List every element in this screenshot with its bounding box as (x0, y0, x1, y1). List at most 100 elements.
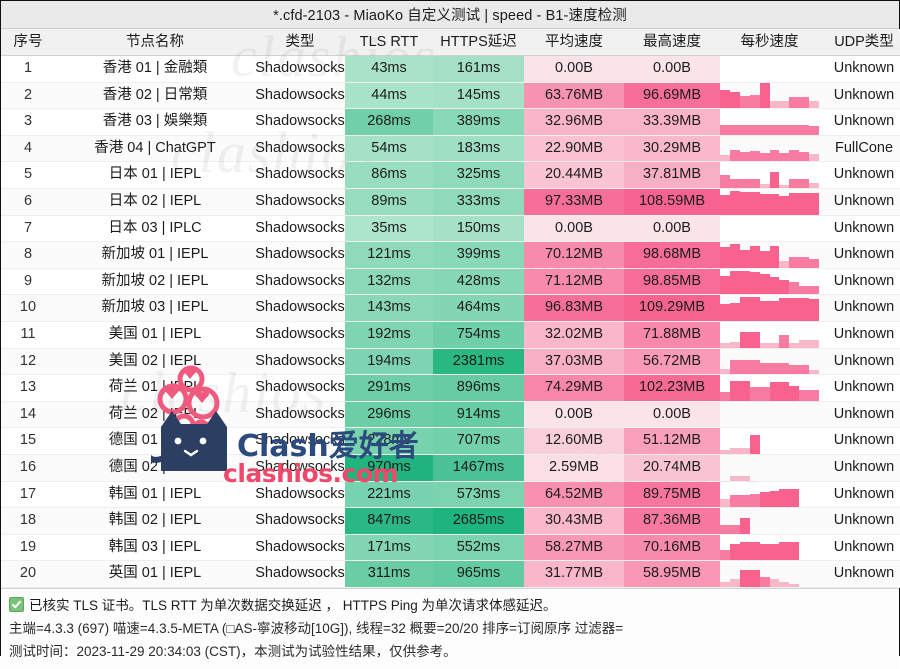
sparkline-bar (759, 251, 770, 268)
sparkline-bar (759, 152, 770, 162)
sparkline-bar (759, 274, 770, 295)
cell-avg-speed: 2.59MB (524, 454, 624, 481)
sparkline-bar (799, 365, 810, 375)
cell-udp-type: Unknown (819, 534, 900, 561)
col-header-type[interactable]: 类型 (255, 29, 345, 56)
cell-udp-type: FullCone (819, 135, 900, 162)
footer-line-verified: 已核实 TLS 证书。TLS RTT 为单次数据交换延迟 ， HTTPS Pin… (9, 594, 891, 617)
cell-node-name: 韩国 03 | IEPL (55, 534, 255, 561)
sparkline-chart (720, 189, 819, 215)
table-row[interactable]: 12 美国 02 | IEPL Shadowsocks 194ms 2381ms 37.0… (1, 348, 900, 375)
sparkline-bar (769, 543, 780, 561)
table-row[interactable]: 6 日本 02 | IEPL Shadowsocks 89ms 333ms 97.33MB… (1, 188, 900, 216)
sparkline-chart (720, 162, 819, 188)
cell-max-speed: 58.95MB (624, 560, 720, 588)
sparkline-bar (789, 488, 800, 508)
sparkline-bar (739, 124, 750, 135)
cell-per-second-speed (720, 454, 819, 481)
table-row[interactable]: 13 荷兰 01 | IEPL Shadowsocks 291ms 896ms 74.29… (1, 374, 900, 402)
cell-node-name: 香港 04 | ChatGPT (55, 135, 255, 162)
cell-avg-speed: 32.96MB (524, 108, 624, 136)
cell-node-type: Shadowsocks (255, 108, 345, 136)
cell-node-name: 美国 02 | IEPL (55, 348, 255, 375)
col-header-index[interactable]: 序号 (1, 29, 55, 56)
sparkline-bar (799, 339, 810, 348)
table-row[interactable]: 5 日本 01 | IEPL Shadowsocks 86ms 325ms 20.44MB… (1, 161, 900, 189)
cell-node-name: 韩国 02 | IEPL (55, 507, 255, 535)
sparkline-bar (789, 297, 800, 321)
col-header-max[interactable]: 最高速度 (624, 29, 720, 56)
table-row[interactable]: 19 韩国 03 | IEPL Shadowsocks 171ms 552ms 58.27… (1, 534, 900, 561)
table-row[interactable]: 17 韩国 01 | IEPL Shadowsocks 221ms 573ms 64.52… (1, 481, 900, 508)
sparkline-chart (720, 322, 819, 348)
sparkline-bar (769, 363, 780, 375)
sparkline-bar (799, 297, 810, 321)
table-row[interactable]: 9 新加坡 02 | IEPL Shadowsocks 132ms 428ms 71.12… (1, 268, 900, 295)
sparkline-bar (720, 525, 730, 534)
sparkline-bar (739, 542, 750, 561)
cell-https-latency: 399ms (433, 241, 524, 269)
table-row[interactable]: 4 香港 04 | ChatGPT Shadowsocks 54ms 183ms 22.9… (1, 135, 900, 162)
sparkline-bar (769, 193, 780, 215)
sparkline-bar (779, 363, 790, 375)
col-header-https[interactable]: HTTPS延迟 (433, 29, 524, 56)
sparkline-bar (729, 270, 740, 295)
cell-udp-type: Unknown (819, 215, 900, 242)
table-row[interactable]: 15 德国 01 | IEPL Shadowsocks 228ms 707ms 12.60… (1, 427, 900, 455)
sparkline-bar (779, 261, 790, 268)
sparkline-bar (789, 96, 800, 109)
cell-udp-type: Unknown (819, 161, 900, 189)
table-row[interactable]: 1 香港 01 | 金融類 Shadowsocks 43ms 161ms 0.00B 0.0… (1, 55, 900, 83)
table-row[interactable]: 16 德国 02 | IEPL Shadowsocks 970ms 1467ms 2.59… (1, 454, 900, 481)
sparkline-bar (720, 343, 730, 348)
cell-per-second-speed (720, 268, 819, 295)
sparkline-bar (749, 435, 760, 454)
table-row[interactable]: 2 香港 02 | 日常類 Shadowsocks 44ms 145ms 63.76MB 9… (1, 82, 900, 109)
cell-node-name: 日本 02 | IEPL (55, 188, 255, 216)
speedtest-window: *.cfd-2103 - MiaoKo 自定义测试 | speed - B1-速… (0, 0, 900, 669)
cell-max-speed: 0.00B (624, 55, 720, 83)
cell-https-latency: 2685ms (433, 507, 524, 535)
cell-node-type: Shadowsocks (255, 268, 345, 295)
col-header-tls-rtt[interactable]: TLS RTT (345, 29, 433, 56)
col-header-spark[interactable]: 每秒速度 (720, 29, 819, 56)
sparkline-bar (729, 149, 740, 162)
cell-index: 20 (1, 560, 55, 588)
cell-node-type: Shadowsocks (255, 534, 345, 561)
cell-node-type: Shadowsocks (255, 161, 345, 189)
table-row[interactable]: 10 新加坡 03 | IEPL Shadowsocks 143ms 464ms 96.8… (1, 294, 900, 322)
cell-index: 19 (1, 534, 55, 561)
table-row[interactable]: 20 英国 01 | IEPL Shadowsocks 311ms 965ms 31.77… (1, 560, 900, 588)
sparkline-bar (739, 518, 750, 534)
sparkline-bar (720, 154, 730, 162)
table-row[interactable]: 14 荷兰 02 | IEPL Shadowsocks 296ms 914ms 0.00B… (1, 401, 900, 428)
cell-avg-speed: 0.00B (524, 55, 624, 83)
col-header-avg[interactable]: 平均速度 (524, 29, 624, 56)
col-header-node[interactable]: 节点名称 (55, 29, 255, 56)
table-row[interactable]: 18 韩国 02 | IEPL Shadowsocks 847ms 2685ms 30.4… (1, 507, 900, 535)
cell-tls-rtt: 54ms (345, 135, 433, 162)
cell-https-latency: 325ms (433, 161, 524, 189)
cell-tls-rtt: 89ms (345, 188, 433, 216)
cell-max-speed: 51.12MB (624, 427, 720, 455)
cell-per-second-speed (720, 82, 819, 109)
footer-line-meta: 主端=4.3.3 (697) 喵速=4.3.5-META (□AS-寧波移动[1… (9, 620, 624, 636)
sparkline-bar (739, 96, 750, 109)
table-row[interactable]: 3 香港 03 | 娛樂類 Shadowsocks 268ms 389ms 32.96MB… (1, 108, 900, 136)
cell-node-type: Shadowsocks (255, 241, 345, 269)
sparkline-bar (720, 124, 730, 135)
cell-per-second-speed (720, 321, 819, 349)
table-row[interactable]: 8 新加坡 01 | IEPL Shadowsocks 121ms 399ms 70.12… (1, 241, 900, 269)
sparkline-bar (769, 124, 780, 135)
table-row[interactable]: 7 日本 03 | IPLC Shadowsocks 35ms 150ms 0.00B 0.… (1, 215, 900, 242)
sparkline-bar (729, 448, 740, 454)
cell-tls-rtt: 970ms (345, 454, 433, 481)
cell-max-speed: 89.75MB (624, 481, 720, 508)
sparkline-bar (809, 182, 819, 188)
col-header-udp[interactable]: UDP类型 (819, 29, 900, 56)
cell-node-type: Shadowsocks (255, 507, 345, 535)
sparkline-chart (720, 482, 819, 508)
sparkline-bar (769, 277, 780, 295)
sparkline-bar (729, 302, 740, 321)
table-row[interactable]: 11 美国 01 | IEPL Shadowsocks 192ms 754ms 32.02… (1, 321, 900, 349)
